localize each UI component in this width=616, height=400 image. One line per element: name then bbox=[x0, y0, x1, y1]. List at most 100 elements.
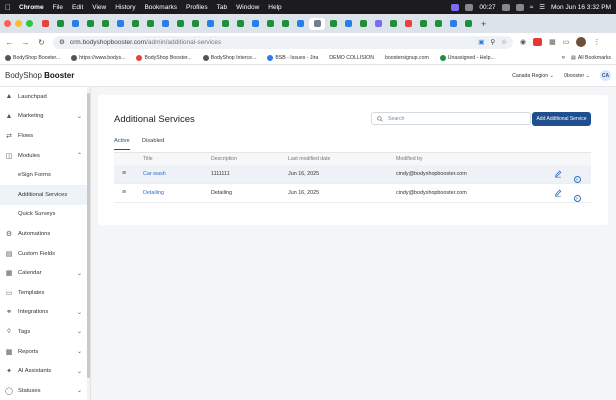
sidebar-item-statuses[interactable]: ◯ Statuses ⌄ bbox=[0, 381, 90, 400]
service-title[interactable]: Detailing bbox=[143, 190, 164, 196]
browser-tab[interactable] bbox=[249, 18, 262, 30]
sidebar-item-custom-fields[interactable]: ▤ Custom Fields bbox=[0, 244, 90, 264]
bookmark-item[interactable]: BodyShop Booster... bbox=[5, 54, 60, 61]
table-row[interactable]: ≡ Car wash 1111111 Jun 16, 2025 cindy@bo… bbox=[114, 165, 591, 184]
browser-tab[interactable] bbox=[432, 18, 445, 30]
browser-tab[interactable] bbox=[189, 18, 202, 30]
browser-tab[interactable] bbox=[69, 18, 82, 30]
browser-tab[interactable] bbox=[447, 18, 460, 30]
side-panel-icon[interactable]: ▭ bbox=[563, 38, 570, 46]
tray-app-icon[interactable] bbox=[465, 3, 474, 11]
new-tab-icon[interactable]: + bbox=[481, 19, 486, 29]
browser-tab[interactable] bbox=[279, 18, 292, 30]
browser-tab[interactable] bbox=[114, 18, 127, 30]
sidebar-item-modules[interactable]: ◫ Modules ⌃ bbox=[0, 146, 90, 166]
column-header-title[interactable]: Title bbox=[143, 156, 153, 162]
site-info-icon[interactable]: ⚙ bbox=[59, 38, 65, 46]
service-title[interactable]: Car wash bbox=[143, 171, 166, 177]
browser-tab[interactable] bbox=[234, 18, 247, 30]
region-selector[interactable]: Canada Region ⌄ bbox=[512, 73, 554, 79]
browser-tab[interactable] bbox=[39, 18, 52, 30]
menu-profiles[interactable]: Profiles bbox=[186, 4, 208, 11]
column-header-modified-by[interactable]: Modified by bbox=[396, 156, 423, 162]
menu-file[interactable]: File bbox=[53, 4, 63, 11]
menu-tab[interactable]: Tab bbox=[217, 4, 227, 11]
zoom-window-icon[interactable] bbox=[26, 20, 33, 27]
sidebar-item-integrations[interactable]: ⚭ Integrations ⌄ bbox=[0, 303, 90, 323]
wifi-icon[interactable]: ≈ bbox=[530, 4, 534, 11]
sidebar-item-launchpad[interactable]: ▲ Launchpad bbox=[0, 87, 90, 107]
browser-tab[interactable] bbox=[129, 18, 142, 30]
bookmarks-overflow-icon[interactable]: » bbox=[562, 55, 565, 61]
play-icon[interactable] bbox=[501, 3, 510, 11]
table-row[interactable]: ≡ Detailing Detailing Jun 16, 2025 cindy… bbox=[114, 184, 591, 203]
address-bar[interactable]: ⚙ crm.bodyshopbooster.com/admin/addition… bbox=[53, 35, 513, 49]
battery-icon[interactable] bbox=[515, 3, 524, 11]
bookmark-item[interactable]: https://www.bodys... bbox=[71, 54, 125, 61]
edit-icon[interactable] bbox=[554, 170, 562, 178]
browser-tab[interactable] bbox=[402, 18, 415, 30]
more-menu-icon[interactable]: ⋮ bbox=[593, 38, 600, 46]
browser-tab[interactable] bbox=[54, 18, 67, 30]
column-header-description[interactable]: Description bbox=[211, 156, 237, 162]
minimize-window-icon[interactable] bbox=[15, 20, 22, 27]
active-browser-tab[interactable] bbox=[309, 17, 325, 30]
browser-tab[interactable] bbox=[357, 18, 370, 30]
screen-record-icon[interactable] bbox=[451, 3, 460, 11]
scrollbar-thumb[interactable] bbox=[87, 93, 90, 378]
user-avatar[interactable]: CA bbox=[600, 70, 611, 81]
sidebar-item-reports[interactable]: ▩ Reports ⌄ bbox=[0, 342, 90, 362]
browser-tab[interactable] bbox=[264, 18, 277, 30]
browser-tab[interactable] bbox=[417, 18, 430, 30]
tab-active[interactable]: Active bbox=[114, 138, 130, 150]
menu-history[interactable]: History bbox=[115, 4, 135, 11]
menu-help[interactable]: Help bbox=[268, 4, 281, 11]
disable-icon[interactable]: × bbox=[573, 170, 581, 183]
bookmark-item[interactable]: boostersignup.com bbox=[385, 55, 429, 61]
bookmark-item[interactable]: BSB - Issues - Jira bbox=[267, 54, 318, 61]
account-selector[interactable]: 0booster ⌄ bbox=[564, 73, 590, 79]
profile-avatar[interactable] bbox=[576, 37, 587, 47]
sidebar-scrollbar[interactable] bbox=[87, 87, 90, 400]
date-time[interactable]: Mon Jun 16 3:32 PM bbox=[551, 4, 611, 11]
browser-tab[interactable] bbox=[372, 18, 385, 30]
drag-handle-icon[interactable]: ≡ bbox=[122, 189, 126, 196]
sidebar-item-marketing[interactable]: ▲ Marketing ⌄ bbox=[0, 107, 90, 127]
all-bookmarks[interactable]: ▤ All Bookmarks bbox=[571, 55, 611, 61]
menu-window[interactable]: Window bbox=[236, 4, 259, 11]
sidebar-item-additional-services[interactable]: Additional Services bbox=[0, 184, 90, 205]
sidebar-item-flows[interactable]: ⇄ Flows bbox=[0, 126, 90, 146]
bookmark-item[interactable]: Unassigned - Help... bbox=[439, 54, 495, 61]
apple-menu-icon[interactable]:  bbox=[5, 3, 11, 12]
browser-tab[interactable] bbox=[174, 18, 187, 30]
menu-edit[interactable]: Edit bbox=[72, 4, 83, 11]
drag-handle-icon[interactable]: ≡ bbox=[122, 170, 126, 177]
reload-icon[interactable]: ↻ bbox=[37, 38, 46, 47]
translate-icon[interactable]: ▣ bbox=[478, 38, 484, 46]
browser-tab[interactable] bbox=[84, 18, 97, 30]
zoom-icon[interactable]: ⚲ bbox=[490, 38, 495, 46]
add-additional-service-button[interactable]: Add Additional Service bbox=[532, 112, 591, 126]
browser-tab[interactable] bbox=[462, 18, 475, 30]
browser-tab[interactable] bbox=[342, 18, 355, 30]
control-center-icon[interactable]: ☰ bbox=[539, 3, 545, 11]
extension-icon[interactable]: ◉ bbox=[520, 38, 526, 46]
browser-tab[interactable] bbox=[204, 18, 217, 30]
browser-tab[interactable] bbox=[294, 18, 307, 30]
browser-tab[interactable] bbox=[387, 18, 400, 30]
menu-app[interactable]: Chrome bbox=[19, 4, 44, 11]
bookmark-star-icon[interactable]: ☆ bbox=[501, 38, 507, 46]
edit-icon[interactable] bbox=[554, 189, 562, 197]
close-window-icon[interactable] bbox=[4, 20, 11, 27]
search-box[interactable] bbox=[371, 112, 531, 125]
sidebar-item-ai-assistants[interactable]: ✦ AI Assistants ⌄ bbox=[0, 361, 90, 381]
browser-tab[interactable] bbox=[99, 18, 112, 30]
extensions-puzzle-icon[interactable]: ▦ bbox=[549, 38, 556, 46]
sidebar-item-calendar[interactable]: ▦ Calendar ⌄ bbox=[0, 263, 90, 283]
browser-tab[interactable] bbox=[159, 18, 172, 30]
back-icon[interactable]: ← bbox=[5, 38, 14, 47]
extension-badge-icon[interactable] bbox=[533, 38, 543, 46]
timer-readout[interactable]: 00:27 bbox=[479, 4, 495, 11]
tab-disabled[interactable]: Disabled bbox=[142, 138, 165, 150]
sidebar-item-tags[interactable]: ◊ Tags ⌄ bbox=[0, 322, 90, 342]
